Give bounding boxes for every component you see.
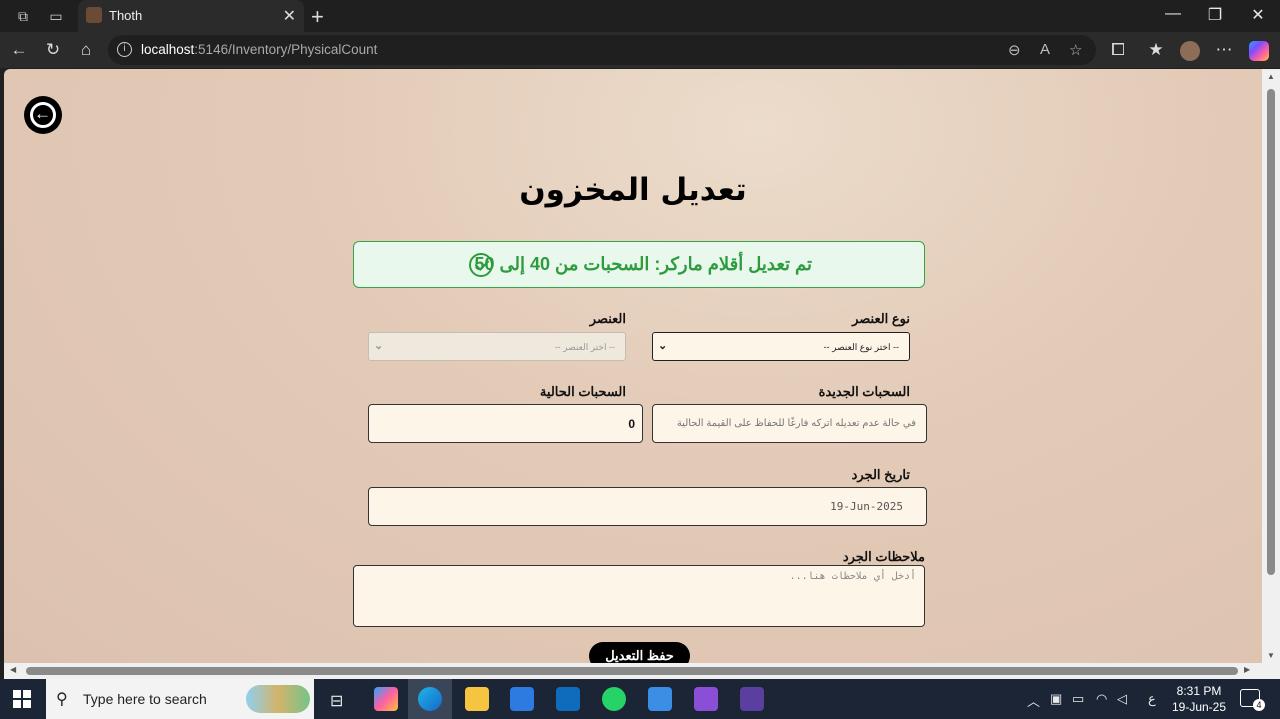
clock[interactable]: 8:31 PM 19-Jun-25 [1170,683,1228,715]
favicon-icon [86,7,102,23]
address-bar[interactable]: i localhost:5146/Inventory/PhysicalCount… [108,35,1096,65]
check-circle-icon [469,253,493,277]
back-arrow-icon: ← [34,104,51,123]
vertical-scroll-thumb[interactable] [1267,89,1275,575]
zoom-out-icon[interactable]: ⊖ [1008,41,1021,59]
search-highlight-image [246,685,310,713]
notes-label: ملاحظات الجرد [842,549,925,564]
success-alert: تم تعديل أقلام ماركر: السحبات من 40 إلى … [353,241,925,288]
new-tab-icon[interactable]: + [311,4,324,30]
browser-tab[interactable]: Thoth ✕ [78,0,304,32]
minimize-icon[interactable]: — [1158,5,1188,23]
outlook-app-icon[interactable] [556,687,580,711]
favorite-star-icon[interactable]: ☆ [1069,41,1082,59]
back-nav-icon[interactable]: ← [8,40,30,60]
refresh-icon[interactable]: ↻ [42,40,64,60]
extensions-icon[interactable]: ⧠ [1107,40,1129,60]
browser-titlebar: ⧉ ▭ Thoth ✕ + — ❐ ✕ [0,0,1280,32]
scroll-right-icon[interactable]: ▶ [1244,665,1250,674]
wifi-icon[interactable]: ◠ [1096,691,1107,707]
volume-icon[interactable]: ◁ [1117,691,1127,707]
count-date-label: تاريخ الجرد [851,467,910,482]
chevron-down-icon: ⌄ [658,340,668,352]
scroll-down-icon[interactable]: ▼ [1267,651,1275,660]
search-icon: ⚲ [56,691,68,708]
taskbar-search[interactable]: ⚲ Type here to search [46,679,314,719]
more-menu-icon[interactable]: ⋯ [1213,40,1235,60]
item-type-label: نوع العنصر [852,311,910,326]
scroll-left-icon[interactable]: ◀ [10,665,16,674]
item-type-value: -- اختر نوع العنصر -- [823,342,899,352]
chevron-down-icon: ⌄ [374,340,384,352]
site-info-icon[interactable]: i [117,42,132,57]
tab-actions-icon[interactable]: ▭ [47,7,65,25]
favorites-icon[interactable]: ★ [1145,40,1167,60]
notification-center-icon[interactable]: 4 [1240,689,1265,711]
back-button[interactable]: ← [24,96,62,134]
browser-navbar: ← ↻ ⌂ i localhost:5146/Inventory/Physica… [0,32,1280,68]
battery-icon[interactable]: ▭ [1072,691,1084,707]
terminal-app-icon[interactable] [740,687,764,711]
url-text[interactable]: localhost:5146/Inventory/PhysicalCount [141,42,377,57]
task-view-icon[interactable]: ⊟ [330,691,343,711]
page-title: تعديل المخزون [519,172,747,208]
taskbar-search-placeholder: Type here to search [83,691,207,707]
horizontal-scroll-thumb[interactable] [26,667,1238,675]
count-date-value: 19-Jun-2025 [830,500,903,513]
close-tab-icon[interactable]: ✕ [283,6,296,26]
photos-app-icon[interactable] [648,687,672,711]
home-icon[interactable]: ⌂ [75,40,97,60]
whatsapp-app-icon[interactable] [602,687,626,711]
input-language[interactable]: ع [1148,691,1156,707]
vertical-scrollbar[interactable]: ▲ ▼ [1262,69,1280,663]
new-pulls-placeholder: في حالة عدم تعديله اتركه فارغًا للحفاظ ع… [676,418,916,429]
item-select[interactable]: -- اختر العنصر -- ⌄ [368,332,626,361]
profile-avatar[interactable] [1180,41,1200,61]
horizontal-scrollbar[interactable]: ◀ ▶ [4,663,1280,679]
current-pulls-value: 0 [628,417,635,431]
count-date-input[interactable]: 19-Jun-2025 [368,487,927,526]
workspaces-icon[interactable]: ⧉ [14,7,32,25]
new-pulls-label: السحبات الجديدة [818,384,910,399]
copilot-icon[interactable] [1249,41,1269,61]
copilot-app-icon[interactable] [374,687,398,711]
current-pulls-label: السحبات الحالية [539,384,626,399]
current-pulls-input[interactable]: 0 [368,404,643,443]
item-label: العنصر [589,311,626,326]
page-viewport: ← تعديل المخزون تم تعديل أقلام ماركر: ال… [4,69,1262,663]
item-value: -- اختر العنصر -- [554,342,615,352]
taskbar: ⚲ Type here to search ⊟ ︿ ▣ ▭ ◠ ◁ ع 8:31… [0,679,1280,719]
save-button[interactable]: حفظ التعديل [589,642,690,663]
visual-studio-icon[interactable] [694,687,718,711]
store-app-icon[interactable] [510,687,534,711]
scroll-up-icon[interactable]: ▲ [1267,72,1275,81]
item-type-select[interactable]: -- اختر نوع العنصر -- ⌄ [652,332,910,361]
notes-textarea[interactable]: أدخل أي ملاحظات هنا... [353,565,925,627]
file-explorer-icon[interactable] [465,687,489,711]
maximize-icon[interactable]: ❐ [1200,5,1230,25]
clock-date: 19-Jun-25 [1171,700,1227,714]
new-pulls-input[interactable]: في حالة عدم تعديله اتركه فارغًا للحفاظ ع… [652,404,927,443]
read-aloud-icon[interactable]: A [1040,41,1050,58]
notes-placeholder: أدخل أي ملاحظات هنا... [789,571,916,582]
notification-count: 4 [1253,699,1265,711]
edge-app-icon[interactable] [418,687,442,711]
windows-start-icon[interactable] [13,690,31,708]
close-window-icon[interactable]: ✕ [1243,5,1273,25]
alert-text: تم تعديل أقلام ماركر: السحبات من 40 إلى … [474,254,812,274]
clock-time: 8:31 PM [1176,684,1222,698]
show-hidden-icons-icon[interactable]: ︿ [1027,691,1040,710]
meet-now-icon[interactable]: ▣ [1050,691,1062,707]
tab-title: Thoth [109,8,143,23]
